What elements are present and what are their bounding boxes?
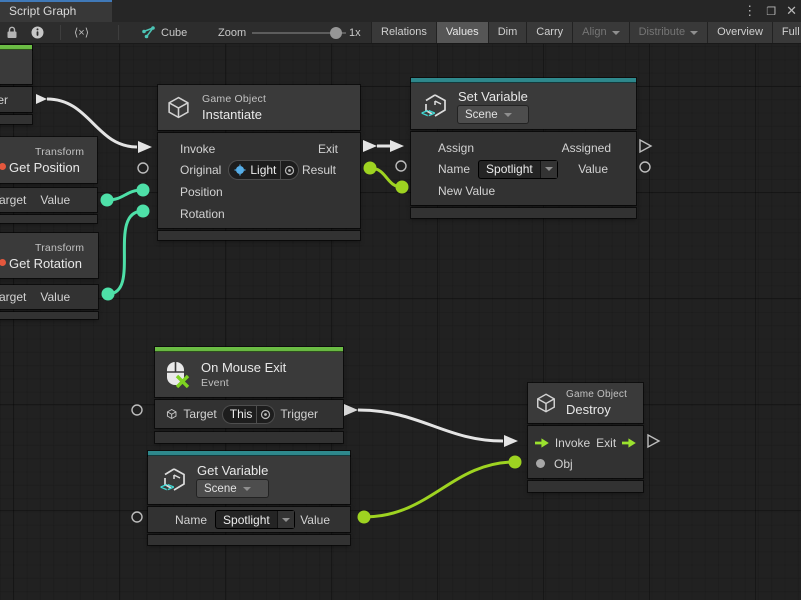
- zoom-label: Zoom: [218, 22, 246, 43]
- chevron-down-icon: [612, 31, 620, 35]
- toolbar-separator: [60, 25, 61, 40]
- port-getrotation-value-dot[interactable]: [102, 288, 115, 301]
- wire-trigger-to-destroy-invoke[interactable]: [358, 410, 503, 441]
- port-setvar-name-circle[interactable]: [396, 161, 406, 171]
- port-result-out-dot[interactable]: [364, 162, 377, 175]
- port-rotation-in-dot[interactable]: [137, 205, 150, 218]
- carry-button[interactable]: Carry: [526, 22, 572, 43]
- zoom-slider-handle[interactable]: [330, 27, 342, 39]
- fullscreen-button[interactable]: Full Screen: [772, 22, 801, 43]
- graph-canvas[interactable]: Trigger Transform Get Position Target Va…: [0, 44, 801, 600]
- graph-icon: [140, 26, 155, 39]
- values-button[interactable]: Values: [436, 22, 488, 43]
- port-newvalue-in-dot[interactable]: [396, 181, 409, 194]
- tab-script-graph[interactable]: Script Graph: [0, 0, 112, 22]
- port-exit-out-arrow[interactable]: [363, 140, 377, 152]
- graph-name: Cube: [161, 27, 187, 39]
- wire-trigger-to-invoke[interactable]: [47, 99, 137, 147]
- port-getvariable-value-dot[interactable]: [358, 511, 371, 524]
- info-icon[interactable]: [31, 22, 44, 43]
- window-menu-icon[interactable]: ⋮: [743, 3, 756, 19]
- port-original-circle[interactable]: [138, 163, 148, 173]
- title-bar: Script Graph ⋮ ❐ ✕: [0, 0, 801, 22]
- distribute-dropdown[interactable]: Distribute: [629, 22, 707, 43]
- overview-button[interactable]: Overview: [707, 22, 772, 43]
- lock-icon[interactable]: [6, 22, 18, 43]
- port-destroy-exit-out-triangle[interactable]: [648, 435, 659, 447]
- code-view-icon[interactable]: ⟨×⟩: [74, 22, 89, 43]
- chevron-down-icon: [690, 31, 698, 35]
- graph-toolbar: ⟨×⟩ Cube Zoom 1x Relations Values Dim Ca…: [0, 22, 801, 44]
- port-destroy-obj-in-dot[interactable]: [509, 456, 522, 469]
- close-icon[interactable]: ✕: [786, 3, 797, 19]
- script-graph-window: Script Graph ⋮ ❐ ✕ ⟨×⟩ Cube Zoom 1x: [0, 0, 801, 600]
- maximize-icon[interactable]: ❐: [766, 5, 776, 18]
- port-trigger-out-arrow[interactable]: [36, 94, 47, 104]
- dim-button[interactable]: Dim: [488, 22, 527, 43]
- align-dropdown[interactable]: Align: [572, 22, 628, 43]
- port-invoke-in-arrow[interactable]: [138, 141, 152, 153]
- port-position-in-dot[interactable]: [137, 184, 150, 197]
- wire-getrotation-to-rotation[interactable]: [108, 211, 143, 294]
- relations-button[interactable]: Relations: [371, 22, 436, 43]
- tab-title: Script Graph: [9, 4, 76, 18]
- port-getvariable-name-circle[interactable]: [132, 512, 142, 522]
- zoom-value: 1x: [349, 22, 361, 43]
- wire-getvariable-to-obj[interactable]: [364, 462, 515, 517]
- port-assigned-out-triangle[interactable]: [640, 140, 651, 152]
- port-assign-in-arrow[interactable]: [390, 140, 404, 152]
- port-setvar-value-circle[interactable]: [640, 162, 650, 172]
- port-mouseexit-target-circle[interactable]: [132, 405, 142, 415]
- port-getposition-value-dot[interactable]: [101, 194, 114, 207]
- wire-layer: [0, 44, 801, 600]
- port-destroy-invoke-in-arrow[interactable]: [504, 435, 518, 447]
- toolbar-separator: [118, 25, 119, 40]
- port-trigger-out-arrow[interactable]: [344, 404, 358, 416]
- graph-breadcrumb[interactable]: Cube: [140, 22, 187, 43]
